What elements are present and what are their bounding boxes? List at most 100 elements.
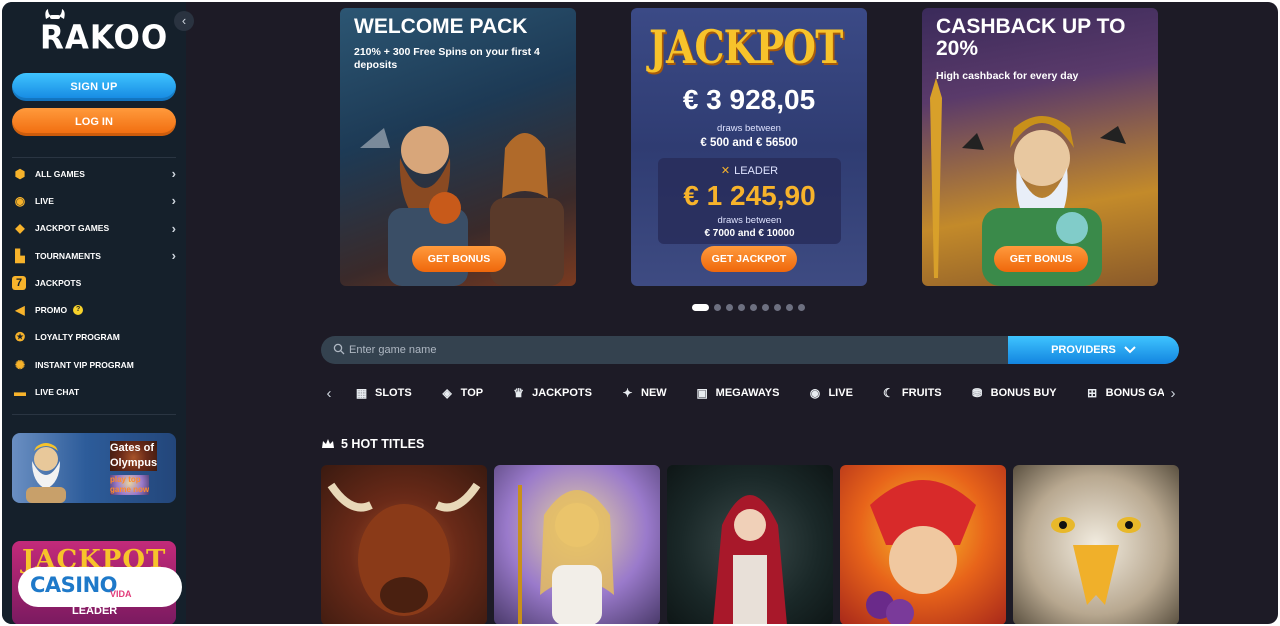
chevron-down-icon: [1124, 346, 1136, 354]
game-tile-eagle[interactable]: [1013, 465, 1179, 624]
game-tile-buffalo[interactable]: [321, 465, 487, 624]
carousel-dot[interactable]: [692, 304, 709, 311]
get-bonus-button[interactable]: GET BONUS: [994, 246, 1088, 272]
sidebar-item-jackpots[interactable]: 7 JACKPOTS: [12, 269, 178, 296]
game-tile-jester[interactable]: [840, 465, 1006, 624]
get-jackpot-button[interactable]: GET JACKPOT: [701, 246, 797, 272]
jackpot-leader-draws-label: draws between: [717, 215, 782, 226]
sidebar-item-label: LIVE CHAT: [35, 387, 80, 398]
promo-card-sub-line2: game now: [110, 485, 150, 494]
zeus-illustration: [26, 443, 66, 503]
live-signal-icon: ◉: [809, 386, 821, 400]
sidebar-item-instant-vip[interactable]: ✺ INSTANT VIP PROGRAM: [12, 351, 178, 378]
sidebar-item-tournaments[interactable]: ▙ TOURNAMENTS ›: [12, 242, 178, 269]
search-input[interactable]: [349, 336, 1009, 364]
tab-bonus-buy[interactable]: ⛃ BONUS BUY: [970, 386, 1057, 401]
tab-label: NEW: [641, 387, 667, 399]
carousel-pagination: [692, 304, 805, 311]
signup-button[interactable]: SIGN UP: [12, 73, 176, 101]
tab-jackpots[interactable]: ♛ JACKPOTS: [511, 386, 592, 401]
banner-subtitle: High cashback for every day: [936, 70, 1079, 82]
sidebar-item-label: ALL GAMES: [35, 168, 85, 179]
sidebar-item-all-games[interactable]: ⬢ ALL GAMES ›: [12, 160, 178, 187]
sidebar-item-label: JACKPOTS: [35, 277, 82, 288]
tab-live[interactable]: ◉ LIVE: [807, 386, 853, 401]
tab-label: FRUITS: [901, 387, 942, 399]
carousel-dot[interactable]: [726, 304, 733, 311]
banner-welcome-pack[interactable]: WELCOME PACK 210% + 300 Free Spins on yo…: [340, 8, 576, 286]
chevron-right-icon: ›: [171, 193, 176, 209]
tab-megaways[interactable]: ▣ MEGAWAYS: [695, 386, 780, 401]
tab-label: LIVE: [828, 387, 853, 399]
game-tile-goddess[interactable]: [494, 465, 660, 624]
hot-titles-heading: 5 HOT TITLES: [321, 437, 424, 451]
live-signal-icon: ◉: [14, 193, 26, 208]
providers-dropdown[interactable]: PROVIDERS: [1008, 336, 1179, 364]
category-list: ▦ SLOTS ◈ TOP ♛ JACKPOTS ✦ NEW ▣ MEGAWAYS ◉ LI…: [354, 386, 1164, 401]
tab-label: JACKPOTS: [532, 387, 592, 399]
eagle-illustration: [1051, 517, 1141, 605]
vip-badge-icon: ✺: [14, 357, 26, 372]
sidebar-item-live-chat[interactable]: ▬ LIVE CHAT: [12, 378, 178, 405]
sidebar-divider: [12, 157, 176, 158]
game-tile-red-riding-hood[interactable]: [667, 465, 833, 624]
chevron-left-icon[interactable]: ‹: [320, 385, 338, 402]
brand-logo[interactable]: RAKOO: [40, 19, 168, 57]
banner-title-line1: CASHBACK UP TO: [936, 15, 1126, 38]
login-button[interactable]: LOG IN: [12, 108, 176, 136]
chevron-right-icon: ›: [171, 247, 176, 263]
banner-title: WELCOME PACK: [354, 15, 528, 38]
chat-icon: ▬: [14, 385, 26, 400]
tab-fruits[interactable]: ☾ FRUITS: [881, 386, 942, 401]
banner-subtitle-line1: 210% + 300 Free Spins on your first 4: [354, 46, 540, 58]
red-hood-illustration: [713, 495, 787, 624]
tab-slots[interactable]: ▦ SLOTS: [354, 386, 412, 401]
diamond-icon: ◆: [15, 221, 25, 236]
crown-icon: [322, 439, 334, 448]
banner-title: CASHBACK UP TO 20%: [936, 16, 1125, 60]
casino-vida-watermark: CASINO VIDA: [18, 567, 182, 607]
promo-badge: ?: [73, 305, 84, 316]
sidebar-item-promo[interactable]: ◀ PROMO ?: [12, 296, 178, 323]
medal-icon: ✪: [14, 330, 26, 345]
dice-icon: ⬢: [14, 166, 26, 181]
sidebar-item-label: TOURNAMENTS: [35, 250, 101, 261]
tab-top[interactable]: ◈ TOP: [440, 386, 484, 401]
megaways-icon: ▣: [696, 386, 708, 400]
carousel-dot[interactable]: [762, 304, 769, 311]
sidebar-item-live[interactable]: ◉ LIVE ›: [12, 187, 178, 214]
carousel-dot[interactable]: [798, 304, 805, 311]
sidebar-item-loyalty-program[interactable]: ✪ LOYALTY PROGRAM: [12, 324, 178, 351]
gift-icon: ⊞: [1087, 386, 1098, 400]
promo-card-gates-of-olympus[interactable]: Gates of Olympus play top game now: [12, 433, 176, 503]
sidebar-item-label: INSTANT VIP PROGRAM: [35, 359, 134, 370]
bonus-buy-icon: ⛃: [972, 386, 983, 400]
sidebar-item-jackpot-games[interactable]: ◆ JACKPOT GAMES ›: [12, 215, 178, 242]
carousel-dot[interactable]: [786, 304, 793, 311]
carousel-dot[interactable]: [774, 304, 781, 311]
jackpot-draws-range: € 500 and € 56500: [700, 137, 798, 149]
carousel-dot[interactable]: [738, 304, 745, 311]
sidebar: RAKOO SIGN UP LOG IN ⬢ ALL GAMES › ◉ LIV…: [2, 2, 186, 624]
get-bonus-button[interactable]: GET BONUS: [412, 246, 506, 272]
tab-label: TOP: [460, 387, 484, 399]
banner-cashback[interactable]: CASHBACK UP TO 20% High cashback for eve…: [922, 8, 1158, 286]
sidebar-collapse-button[interactable]: ‹: [174, 11, 194, 31]
podium-icon: ▙: [15, 248, 25, 263]
goddess-illustration: [518, 485, 614, 624]
promo-card-subtitle: play top game now: [110, 475, 150, 495]
tab-new[interactable]: ✦ NEW: [620, 386, 667, 401]
jackpot-draws-label: draws between: [717, 123, 781, 134]
jackpot-logo-text: JACKPOT: [649, 20, 843, 74]
buffalo-illustration: [327, 482, 481, 616]
tab-label: BONUS GA: [1105, 387, 1164, 399]
chevron-right-icon[interactable]: ›: [1164, 385, 1182, 402]
banner-subtitle-line2: deposits: [354, 59, 398, 71]
tab-label: SLOTS: [375, 387, 412, 399]
tab-bonus-games[interactable]: ⊞ BONUS GA: [1085, 386, 1164, 401]
banner-jackpot[interactable]: JACKPOT € 3 928,05 draws between € 500 a…: [631, 8, 867, 286]
jackpot-leader-label: LEADER: [734, 165, 779, 177]
carousel-dot[interactable]: [750, 304, 757, 311]
carousel-dot[interactable]: [714, 304, 721, 311]
search-icon: [333, 343, 345, 355]
